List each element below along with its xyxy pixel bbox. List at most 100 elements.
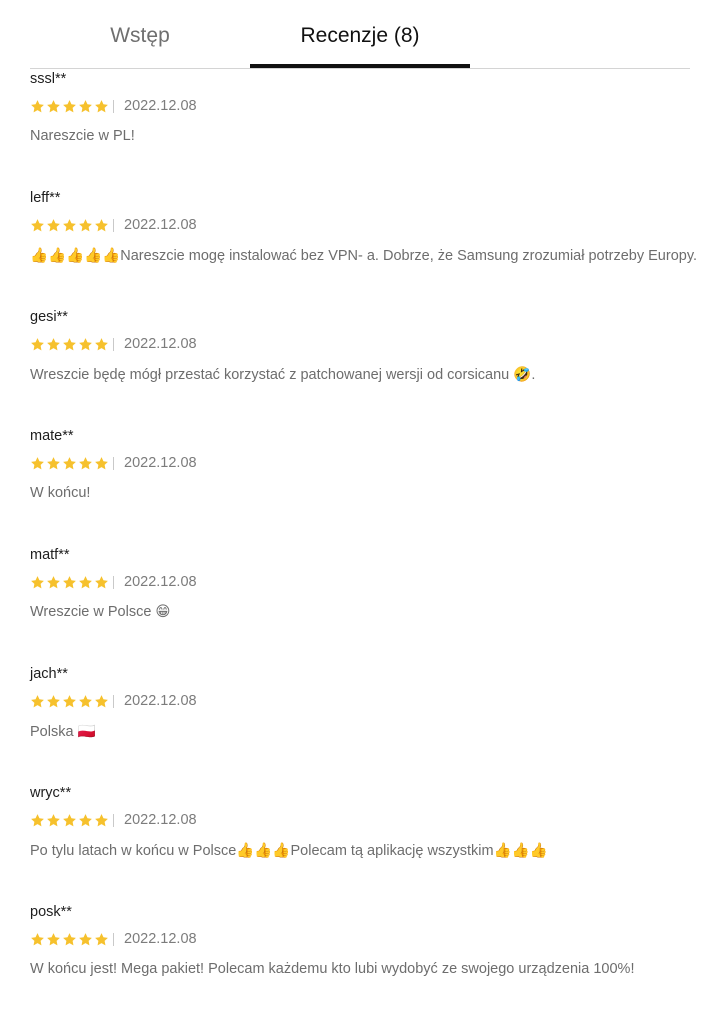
- star-icon: [95, 932, 108, 945]
- meta-divider: [113, 456, 114, 470]
- star-icon: [31, 694, 44, 707]
- star-icon: [31, 456, 44, 469]
- review-text: 👍👍👍👍👍Nareszcie mogę instalować bez VPN- …: [30, 248, 698, 264]
- review-meta: 2022.12.08: [30, 811, 197, 829]
- review-item: leff** 2022.12.08 👍👍👍👍👍Nareszcie mogę in…: [30, 187, 697, 306]
- star-rating: [30, 932, 109, 947]
- star-icon: [63, 932, 76, 945]
- star-icon: [95, 99, 108, 112]
- star-icon: [47, 575, 60, 588]
- star-rating: [30, 218, 109, 233]
- tab-intro[interactable]: Wstęp: [30, 0, 250, 68]
- meta-divider: [113, 218, 114, 232]
- star-icon: [79, 456, 92, 469]
- star-icon: [95, 337, 108, 350]
- review-item: matf** 2022.12.08 Wreszcie w Polsce 😁: [30, 544, 690, 663]
- review-item: sssl** 2022.12.08 Nareszcie w PL!: [30, 68, 690, 187]
- star-icon: [79, 575, 92, 588]
- review-text: W końcu jest! Mega pakiet! Polecam każde…: [30, 961, 635, 977]
- review-date: 2022.12.08: [124, 812, 197, 828]
- star-icon: [47, 99, 60, 112]
- review-date: 2022.12.08: [124, 98, 197, 114]
- review-username: jach**: [30, 666, 68, 682]
- meta-divider: [113, 932, 114, 946]
- star-icon: [95, 575, 108, 588]
- star-icon: [47, 218, 60, 231]
- review-date: 2022.12.08: [124, 336, 197, 352]
- star-icon: [63, 99, 76, 112]
- meta-divider: [113, 694, 114, 708]
- star-rating: [30, 99, 109, 114]
- review-item: mate** 2022.12.08 W końcu!: [30, 425, 690, 544]
- review-meta: 2022.12.08: [30, 692, 197, 710]
- review-meta: 2022.12.08: [30, 97, 197, 115]
- meta-divider: [113, 99, 114, 113]
- meta-divider: [113, 575, 114, 589]
- review-text: W końcu!: [30, 485, 91, 501]
- star-rating: [30, 813, 109, 828]
- star-icon: [31, 813, 44, 826]
- review-date: 2022.12.08: [124, 931, 197, 947]
- review-date: 2022.12.08: [124, 455, 197, 471]
- tab-bar: Wstęp Recenzje (8): [30, 0, 690, 69]
- review-text: Nareszcie w PL!: [30, 128, 135, 144]
- star-icon: [31, 932, 44, 945]
- star-rating: [30, 456, 109, 471]
- review-meta: 2022.12.08: [30, 454, 197, 472]
- star-icon: [31, 99, 44, 112]
- star-icon: [79, 337, 92, 350]
- star-icon: [31, 337, 44, 350]
- review-date: 2022.12.08: [124, 574, 197, 590]
- review-item: jach** 2022.12.08 Polska 🇵🇱: [30, 663, 690, 782]
- review-item: posk** 2022.12.08 W końcu jest! Mega pak…: [30, 901, 690, 1020]
- star-icon: [47, 932, 60, 945]
- star-icon: [63, 337, 76, 350]
- star-icon: [79, 932, 92, 945]
- star-icon: [63, 456, 76, 469]
- star-icon: [63, 218, 76, 231]
- star-icon: [95, 456, 108, 469]
- star-icon: [79, 99, 92, 112]
- review-meta: 2022.12.08: [30, 573, 197, 591]
- star-icon: [47, 337, 60, 350]
- star-icon: [79, 813, 92, 826]
- star-icon: [47, 456, 60, 469]
- review-meta: 2022.12.08: [30, 335, 197, 353]
- star-icon: [63, 575, 76, 588]
- star-icon: [63, 813, 76, 826]
- star-icon: [95, 694, 108, 707]
- meta-divider: [113, 813, 114, 827]
- star-icon: [95, 218, 108, 231]
- review-meta: 2022.12.08: [30, 930, 197, 948]
- meta-divider: [113, 337, 114, 351]
- review-date: 2022.12.08: [124, 693, 197, 709]
- star-icon: [47, 813, 60, 826]
- review-list: sssl** 2022.12.08 Nareszcie w PL! leff**…: [30, 68, 697, 1020]
- star-icon: [63, 694, 76, 707]
- review-username: matf**: [30, 547, 70, 563]
- star-rating: [30, 575, 109, 590]
- star-rating: [30, 694, 109, 709]
- review-text: Wreszcie będę mógł przestać korzystać z …: [30, 367, 536, 383]
- review-meta: 2022.12.08: [30, 216, 197, 234]
- review-username: gesi**: [30, 309, 68, 325]
- review-date: 2022.12.08: [124, 217, 197, 233]
- review-text: Wreszcie w Polsce 😁: [30, 604, 171, 620]
- review-text: Polska 🇵🇱: [30, 724, 96, 740]
- review-item: wryc** 2022.12.08 Po tylu latach w końcu…: [30, 782, 690, 901]
- review-text: Po tylu latach w końcu w Polsce👍👍👍Poleca…: [30, 843, 548, 859]
- tab-reviews[interactable]: Recenzje (8): [250, 0, 470, 68]
- review-username: mate**: [30, 428, 74, 444]
- review-username: wryc**: [30, 785, 72, 801]
- star-icon: [79, 694, 92, 707]
- star-icon: [95, 813, 108, 826]
- review-item: gesi** 2022.12.08 Wreszcie będę mógł prz…: [30, 306, 690, 425]
- review-username: leff**: [30, 190, 61, 206]
- star-icon: [79, 218, 92, 231]
- star-rating: [30, 337, 109, 352]
- review-username: posk**: [30, 904, 72, 920]
- star-icon: [47, 694, 60, 707]
- star-icon: [31, 575, 44, 588]
- review-username: sssl**: [30, 71, 67, 87]
- star-icon: [31, 218, 44, 231]
